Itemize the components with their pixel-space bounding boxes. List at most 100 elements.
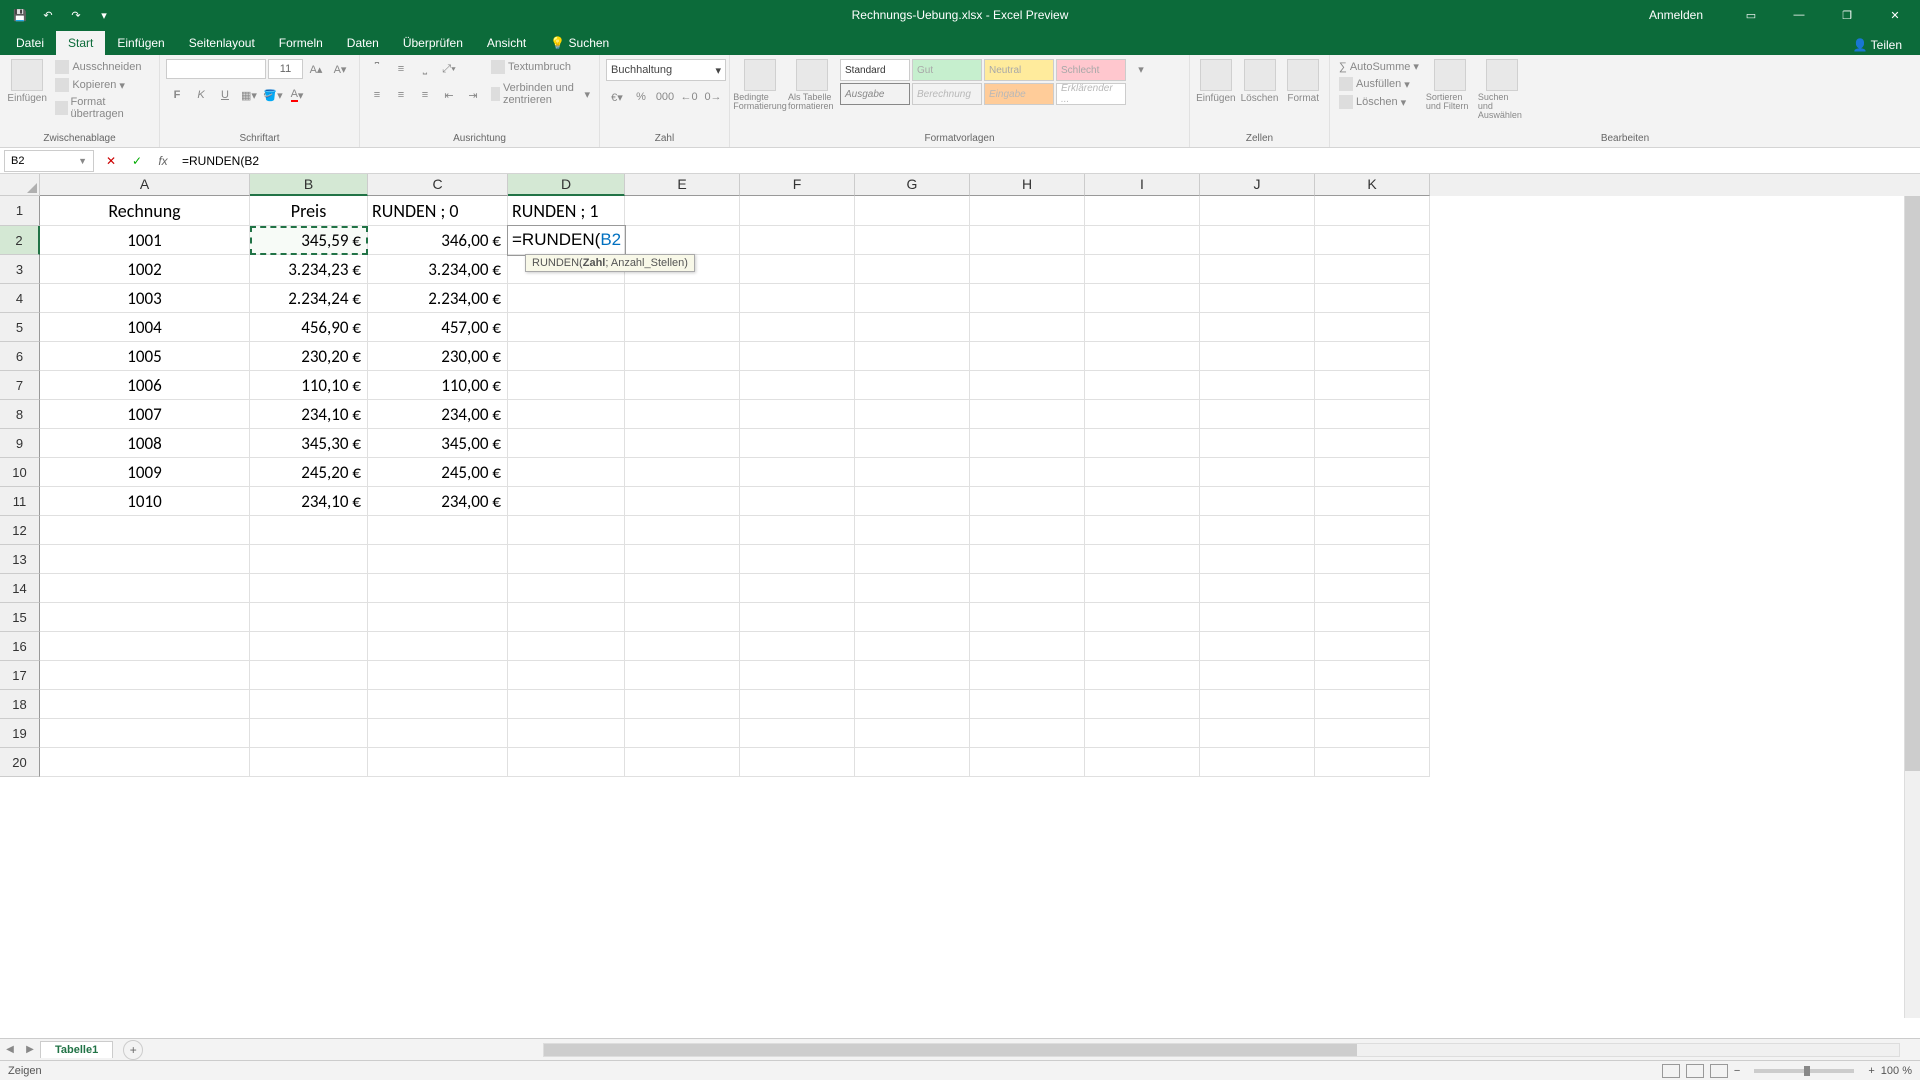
cell-empty[interactable] [508, 545, 625, 574]
cell-empty[interactable] [855, 574, 970, 603]
cell-empty[interactable] [855, 690, 970, 719]
fill-button[interactable]: Ausfüllen ▾ [1336, 76, 1422, 92]
cell-empty[interactable] [1315, 545, 1430, 574]
cell-empty[interactable] [368, 516, 508, 545]
cell-empty[interactable] [1315, 429, 1430, 458]
row-header-11[interactable]: 11 [0, 487, 40, 516]
cell-empty[interactable] [970, 458, 1085, 487]
cell-A7[interactable]: 1006 [40, 371, 250, 400]
cell-empty[interactable] [250, 632, 368, 661]
cell-empty[interactable] [970, 516, 1085, 545]
cell-empty[interactable] [970, 719, 1085, 748]
cell-empty[interactable] [740, 632, 855, 661]
delete-cells-button[interactable]: Löschen [1240, 59, 1280, 104]
cell-empty[interactable] [970, 603, 1085, 632]
format-as-table-button[interactable]: Als Tabelle formatieren [788, 59, 836, 111]
cell-empty[interactable] [1085, 313, 1200, 342]
cell-empty[interactable] [368, 545, 508, 574]
row-header-20[interactable]: 20 [0, 748, 40, 777]
horizontal-scrollbar[interactable] [543, 1043, 1900, 1057]
cell-D9[interactable] [508, 429, 625, 458]
row-header-12[interactable]: 12 [0, 516, 40, 545]
cell-B11[interactable]: 234,10 € [250, 487, 368, 516]
cell-empty[interactable] [508, 632, 625, 661]
cell-empty[interactable] [740, 429, 855, 458]
row-header-10[interactable]: 10 [0, 458, 40, 487]
cell-empty[interactable] [250, 661, 368, 690]
cell-D8[interactable] [508, 400, 625, 429]
style-erklaerender[interactable]: Erklärender ... [1056, 83, 1126, 105]
indent-decrease-icon[interactable]: ⇤ [438, 85, 460, 105]
cell-empty[interactable] [1200, 313, 1315, 342]
cell-A11[interactable]: 1010 [40, 487, 250, 516]
cell-empty[interactable] [855, 545, 970, 574]
fill-color-button[interactable]: 🪣▾ [262, 85, 284, 105]
cell-empty[interactable] [740, 196, 855, 226]
cell-empty[interactable] [1200, 516, 1315, 545]
cell-empty[interactable] [1315, 748, 1430, 777]
number-format-dropdown[interactable]: Buchhaltung▾ [606, 59, 726, 81]
cell-empty[interactable] [970, 748, 1085, 777]
cell-empty[interactable] [625, 313, 740, 342]
cell-empty[interactable] [250, 748, 368, 777]
formula-cancel-icon[interactable]: ✕ [98, 150, 124, 172]
cell-empty[interactable] [1200, 719, 1315, 748]
align-right-icon[interactable]: ≡ [414, 85, 436, 105]
tab-einfuegen[interactable]: Einfügen [105, 31, 176, 55]
cell-empty[interactable] [1315, 196, 1430, 226]
cell-empty[interactable] [1200, 400, 1315, 429]
cell-empty[interactable] [368, 574, 508, 603]
cell-empty[interactable] [1315, 603, 1430, 632]
cell-A3[interactable]: 1002 [40, 255, 250, 284]
cell-empty[interactable] [1085, 487, 1200, 516]
cell-empty[interactable] [40, 661, 250, 690]
cell-empty[interactable] [1200, 545, 1315, 574]
cell-B6[interactable]: 230,20 € [250, 342, 368, 371]
cell-empty[interactable] [1200, 342, 1315, 371]
cell-empty[interactable] [508, 661, 625, 690]
cell-empty[interactable] [970, 574, 1085, 603]
cell-empty[interactable] [740, 255, 855, 284]
cell-empty[interactable] [1085, 545, 1200, 574]
cell-empty[interactable] [970, 371, 1085, 400]
currency-button[interactable]: €▾ [606, 87, 628, 107]
ribbon-options-icon[interactable]: ▭ [1736, 0, 1766, 30]
cell-empty[interactable] [40, 545, 250, 574]
cell-empty[interactable] [1085, 748, 1200, 777]
wrap-text-button[interactable]: Textumbruch [488, 59, 593, 75]
zoom-in-icon[interactable]: + [1868, 1065, 1874, 1077]
cell-B5[interactable]: 456,90 € [250, 313, 368, 342]
row-header-9[interactable]: 9 [0, 429, 40, 458]
find-select-button[interactable]: Suchen und Auswählen [1478, 59, 1526, 120]
cell-empty[interactable] [625, 574, 740, 603]
cell-empty[interactable] [740, 313, 855, 342]
cell-empty[interactable] [40, 574, 250, 603]
tab-ueberpruefen[interactable]: Überprüfen [391, 31, 475, 55]
cell-empty[interactable] [970, 690, 1085, 719]
col-header-E[interactable]: E [625, 174, 740, 196]
cell-empty[interactable] [625, 719, 740, 748]
row-header-19[interactable]: 19 [0, 719, 40, 748]
cell-empty[interactable] [1085, 690, 1200, 719]
cell-empty[interactable] [1315, 661, 1430, 690]
cell-empty[interactable] [1315, 342, 1430, 371]
vscroll-thumb[interactable] [1905, 196, 1920, 771]
cell-empty[interactable] [1200, 690, 1315, 719]
cut-button[interactable]: Ausschneiden [52, 59, 153, 75]
cell-empty[interactable] [1315, 400, 1430, 429]
decrease-decimal-icon[interactable]: 0→ [702, 87, 724, 107]
decrease-font-icon[interactable]: A▾ [329, 59, 351, 79]
insert-cells-button[interactable]: Einfügen [1196, 59, 1236, 104]
cell-empty[interactable] [740, 458, 855, 487]
cell-empty[interactable] [1200, 255, 1315, 284]
cell-empty[interactable] [1315, 632, 1430, 661]
cell-empty[interactable] [1315, 719, 1430, 748]
cell-D10[interactable] [508, 458, 625, 487]
cell-empty[interactable] [40, 719, 250, 748]
cell-empty[interactable] [368, 632, 508, 661]
format-cells-button[interactable]: Format [1283, 59, 1323, 104]
cell-empty[interactable] [740, 516, 855, 545]
cell-empty[interactable] [625, 371, 740, 400]
cell-empty[interactable] [970, 196, 1085, 226]
close-icon[interactable]: ✕ [1880, 0, 1910, 30]
